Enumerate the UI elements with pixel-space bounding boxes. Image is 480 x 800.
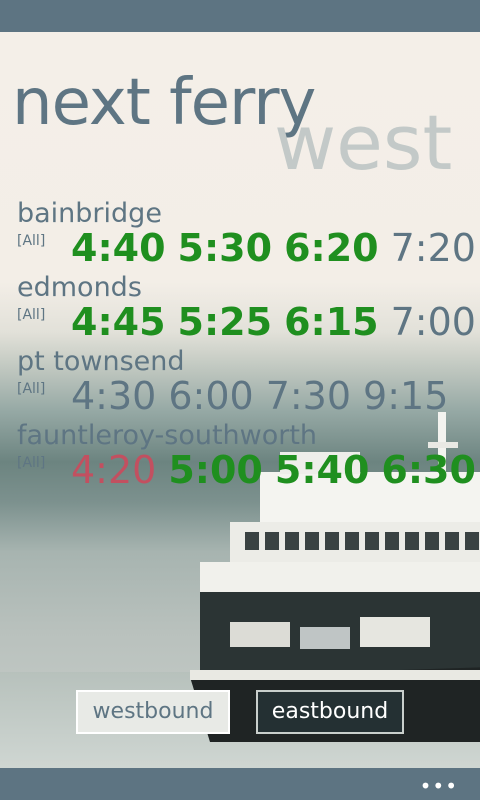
departure-time: 9:15 xyxy=(363,374,449,418)
filter-tag[interactable]: [All] xyxy=(17,455,45,471)
departure-time: 7:30 xyxy=(265,374,352,418)
departure-times: 4:455:256:157:007 xyxy=(71,300,480,344)
departure-time: 5:00 xyxy=(168,448,263,492)
departure-time: 4:40 xyxy=(71,226,166,270)
departure-time: 6:00 xyxy=(168,374,254,418)
departure-time: 4:30 xyxy=(71,374,157,418)
departure-time: 6:30 xyxy=(381,448,476,492)
departure-times: 4:30 6:00 7:30 9:15 xyxy=(71,374,460,418)
filter-tag[interactable]: [All] xyxy=(17,307,45,323)
app-title: next ferry xyxy=(12,66,316,140)
eastbound-button[interactable]: eastbound xyxy=(256,690,404,734)
more-options-icon[interactable]: ••• xyxy=(420,774,458,798)
times-row: [All] 4:205:005:406:307 xyxy=(17,448,480,494)
departure-time: 7:20 xyxy=(390,226,476,270)
filter-tag[interactable]: [All] xyxy=(17,381,45,397)
departure-time: 6:20 xyxy=(284,226,379,270)
route-item[interactable]: pt townsend [All] 4:30 6:00 7:30 9:15 xyxy=(17,344,480,420)
departure-time: 5:40 xyxy=(274,448,370,492)
departure-times: 4:405:306:207:208 xyxy=(71,226,480,270)
times-row: [All] 4:30 6:00 7:30 9:15 xyxy=(17,374,480,420)
times-row: [All] 4:405:306:207:208 xyxy=(17,226,480,272)
departure-time: 6:15 xyxy=(284,300,379,344)
westbound-button[interactable]: westbound xyxy=(76,690,230,734)
route-item[interactable]: fauntleroy-southworth [All] 4:20 5:00 5:40 6:… xyxy=(17,418,480,494)
departure-time: 5:30 xyxy=(177,226,273,270)
app-bar: ••• xyxy=(0,768,480,800)
times-row: [All] 4:455:256:157:007 xyxy=(17,300,480,346)
departure-time: 7:00 xyxy=(390,300,476,344)
filter-tag[interactable]: [All] xyxy=(17,233,45,249)
departure-times: 4:205:005:406:307 xyxy=(71,448,480,492)
departure-time: 5:25 xyxy=(177,300,273,344)
status-bar xyxy=(0,0,480,32)
route-item[interactable]: bainbridge[All]4:405:306:207:208 xyxy=(17,196,480,272)
departure-time: 4:45 xyxy=(71,300,166,344)
direction-subtitle: west xyxy=(274,98,453,187)
route-item[interactable]: edmonds[All]4:455:256:157:007 xyxy=(17,270,480,346)
departure-time: 4:20 xyxy=(71,448,157,492)
